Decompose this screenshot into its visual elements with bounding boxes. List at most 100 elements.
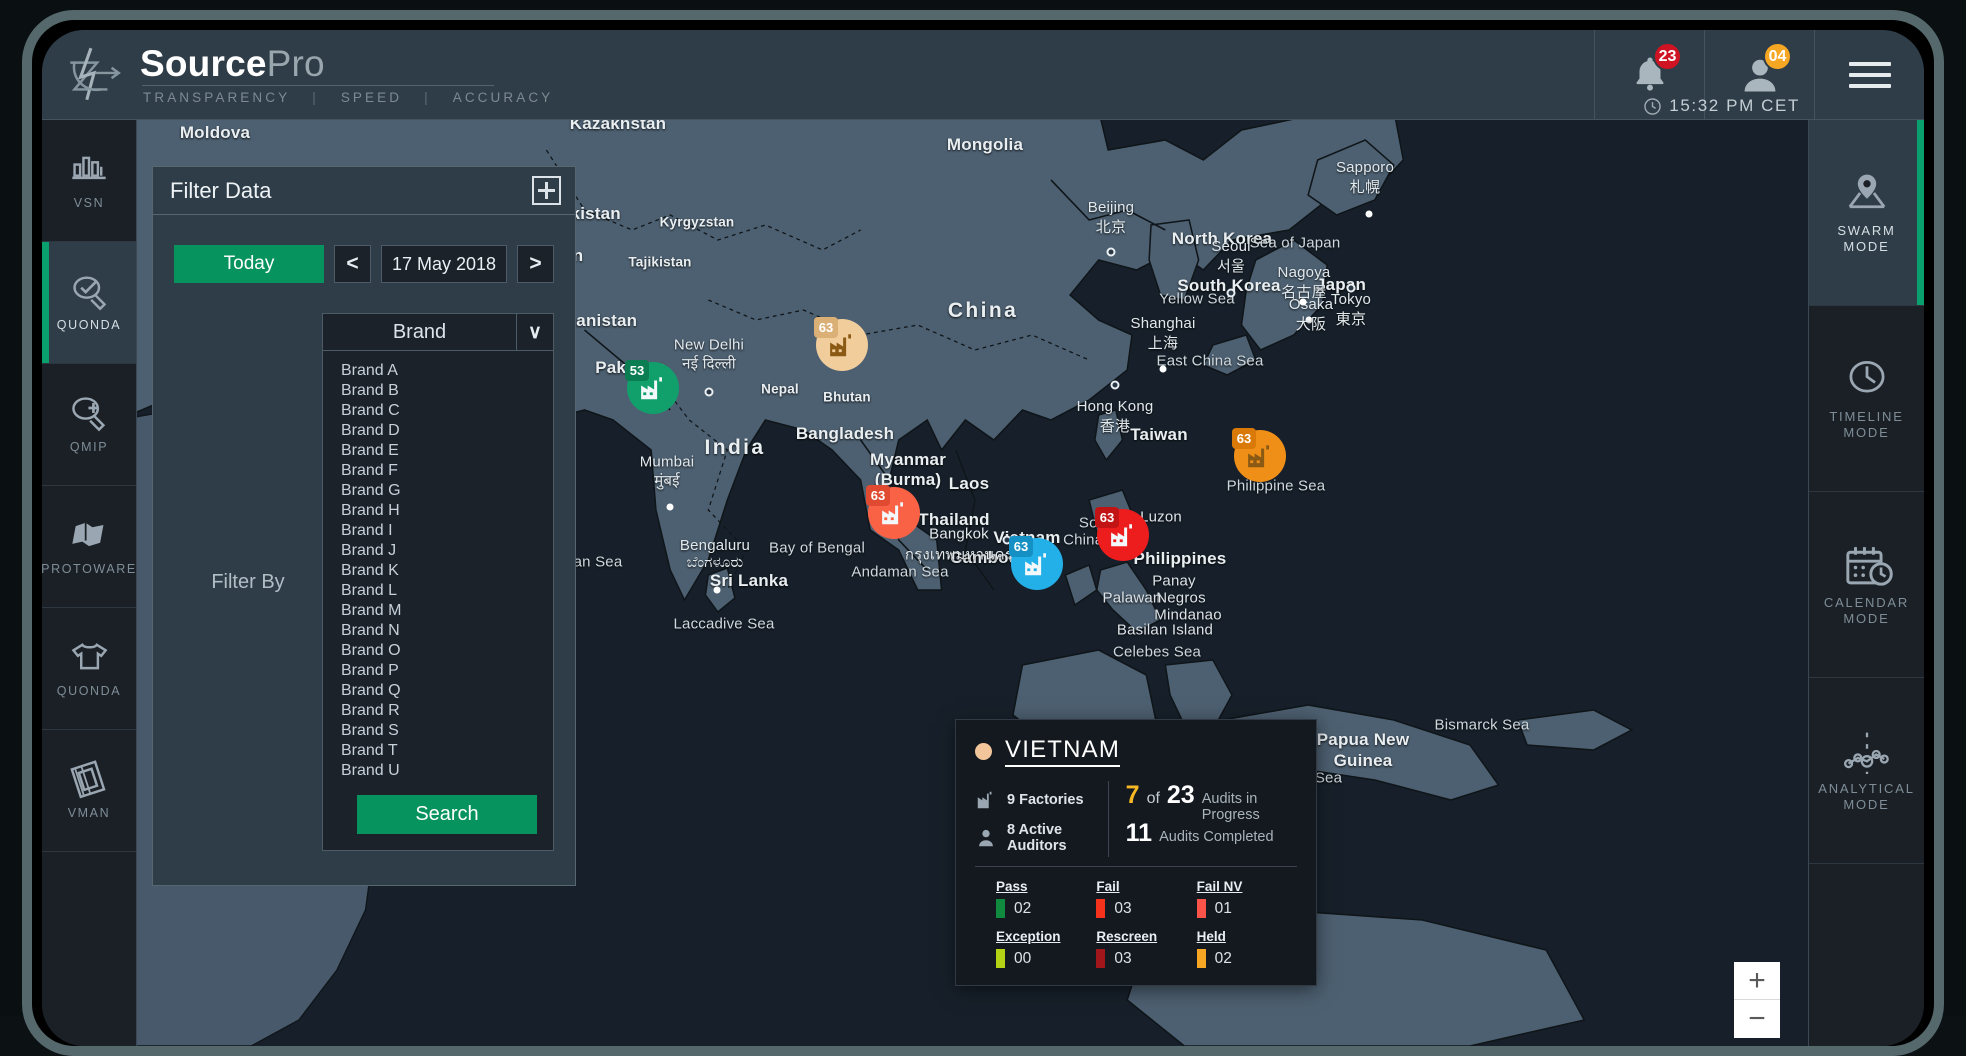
marker-philsea[interactable]: 63: [1234, 430, 1286, 482]
marker-count-badge: 63: [1095, 507, 1119, 528]
brand-option[interactable]: Brand K: [341, 561, 553, 581]
brand-option[interactable]: Brand U: [341, 761, 553, 781]
brand-option[interactable]: Brand E: [341, 441, 553, 461]
city-marker-dot: [1227, 289, 1236, 298]
brand-divider: [142, 85, 494, 86]
sidebar-item-protoware[interactable]: PROTOWARE: [42, 486, 136, 608]
factory-icon: [975, 789, 997, 811]
marker-tibet[interactable]: 63: [816, 319, 868, 371]
app-screen: .land { fill:#4d6071; stroke:#0f1519; st…: [42, 30, 1924, 1046]
filter-data-panel: Filter Data Today < 17 May 2018 > Filter…: [152, 166, 576, 886]
brand-option[interactable]: Brand P: [341, 661, 553, 681]
previous-day-button[interactable]: <: [334, 245, 371, 283]
sidebar-item-label: ANALYTICAL MODE: [1818, 781, 1915, 814]
brand-option-list[interactable]: Brand ABrand BBrand CBrand DBrand EBrand…: [322, 351, 554, 851]
hamburger-menu-button[interactable]: [1814, 30, 1924, 120]
brand-text: SourcePro TRANSPARENCY | SPEED | ACCURAC…: [140, 45, 553, 106]
filter-panel-title: Filter Data: [170, 178, 271, 204]
status-label: Exception: [996, 929, 1096, 944]
sidebar-item-vman[interactable]: VMAN: [42, 730, 136, 852]
next-day-button[interactable]: >: [517, 245, 554, 283]
selected-date-field[interactable]: 17 May 2018: [381, 245, 507, 283]
sidebar-item-swarm-mode[interactable]: SWARM MODE: [1809, 120, 1924, 306]
sidebar-item-label: PROTOWARE: [42, 562, 137, 578]
brand-option[interactable]: Brand C: [341, 401, 553, 421]
brand-block[interactable]: SourcePro TRANSPARENCY | SPEED | ACCURAC…: [42, 30, 1594, 120]
brand-option[interactable]: Brand O: [341, 641, 553, 661]
city-marker-dot: [1107, 248, 1116, 257]
tagline-sep-1: |: [312, 90, 319, 105]
tagline-sep-2: |: [424, 90, 431, 105]
audits-completed-value: 11: [1126, 819, 1152, 848]
brand-option[interactable]: Brand R: [341, 701, 553, 721]
sidebar-item-quonda[interactable]: QUONDA: [42, 242, 136, 364]
popup-divider: [975, 866, 1297, 867]
tagline-transparency: TRANSPARENCY: [143, 90, 290, 105]
add-filter-icon[interactable]: [532, 176, 561, 205]
filter-by-row: Filter By Brand ∨ Brand ABrand BBrand CB…: [174, 313, 554, 851]
zoom-out-button[interactable]: −: [1734, 1000, 1780, 1038]
auditors-stat: 8 Active Auditors: [975, 819, 1108, 857]
filter-panel-body: Today < 17 May 2018 > Filter By Brand ∨ …: [153, 215, 575, 885]
brand-option[interactable]: Brand I: [341, 521, 553, 541]
status-value: 00: [1014, 950, 1031, 968]
chevron-down-icon[interactable]: ∨: [516, 314, 553, 350]
sidebar-item-label: SWARM MODE: [1837, 223, 1895, 256]
brand-option[interactable]: Brand A: [341, 361, 553, 381]
zoom-in-button[interactable]: +: [1734, 962, 1780, 1000]
brand-option[interactable]: Brand L: [341, 581, 553, 601]
sidebar-item-calendar-mode[interactable]: CALENDAR MODE: [1809, 492, 1924, 678]
marker-pakistan[interactable]: 53: [627, 362, 679, 414]
audits-in-progress: 7 of 23 Audits in Progress: [1126, 781, 1297, 819]
factories-value: 9 Factories: [1007, 792, 1084, 808]
brand-option[interactable]: Brand Q: [341, 681, 553, 701]
device-bezel: .land { fill:#4d6071; stroke:#0f1519; st…: [22, 10, 1944, 1056]
marker-count-badge: 63: [1232, 428, 1256, 449]
brand-option[interactable]: Brand T: [341, 741, 553, 761]
status-value: 02: [1215, 950, 1232, 968]
brand-option[interactable]: Brand G: [341, 481, 553, 501]
marker-schina[interactable]: 63: [1097, 509, 1149, 561]
brand-option[interactable]: Brand M: [341, 601, 553, 621]
status-cell: Fail03: [1096, 879, 1196, 918]
magnifier-check-icon: [66, 271, 112, 311]
brand-option[interactable]: Brand H: [341, 501, 553, 521]
brand-title: SourcePro: [140, 45, 553, 83]
sidebar-item-quonda[interactable]: QUONDA: [42, 608, 136, 730]
search-button[interactable]: Search: [357, 795, 537, 834]
clock-icon: [1840, 356, 1894, 402]
brand-option[interactable]: Brand N: [341, 621, 553, 641]
brand-option[interactable]: Brand D: [341, 421, 553, 441]
filter-panel-header: Filter Data: [153, 167, 575, 215]
brand-option[interactable]: Brand J: [341, 541, 553, 561]
sidebar-item-label: VMAN: [68, 806, 111, 822]
sidebar-item-analytical-mode[interactable]: ANALYTICAL MODE: [1809, 678, 1924, 864]
brand-option[interactable]: Brand F: [341, 461, 553, 481]
brand-option[interactable]: Brand B: [341, 381, 553, 401]
sidebar-item-qmip[interactable]: QMIP: [42, 364, 136, 486]
status-cell: Fail NV01: [1197, 879, 1297, 918]
sourcepro-logo-icon: [60, 42, 126, 108]
status-value: 03: [1114, 950, 1131, 968]
sidebar-item-vsn[interactable]: VSN: [42, 120, 136, 242]
filter-by-dropdown[interactable]: Brand ∨: [322, 313, 554, 351]
right-sidebar: SWARM MODE TIMELINE MODECALENDAR MODE ANAL…: [1808, 120, 1924, 1046]
popup-country-name[interactable]: VIETNAM: [1005, 736, 1120, 767]
marker-count-badge: 53: [625, 360, 649, 381]
books-icon: [66, 759, 112, 799]
marker-count-badge: 63: [866, 485, 890, 506]
today-button[interactable]: Today: [174, 245, 324, 283]
marker-myanmar[interactable]: 63: [868, 487, 920, 539]
status-label: Pass: [996, 879, 1096, 894]
city-marker-dot: [1111, 381, 1120, 390]
brand-tagline: TRANSPARENCY | SPEED | ACCURACY: [140, 90, 553, 105]
hamburger-line-2: [1849, 73, 1891, 77]
marker-vietnam[interactable]: 63: [1011, 538, 1063, 590]
map-zoom-control[interactable]: + −: [1734, 962, 1780, 1038]
status-swatch: [1096, 899, 1105, 918]
sidebar-item-label: QUONDA: [57, 684, 121, 700]
city-marker-dot: [1347, 284, 1356, 293]
country-info-popup: VIETNAM 9 Factories: [955, 719, 1317, 986]
sidebar-item-timeline-mode[interactable]: TIMELINE MODE: [1809, 306, 1924, 492]
brand-option[interactable]: Brand S: [341, 721, 553, 741]
